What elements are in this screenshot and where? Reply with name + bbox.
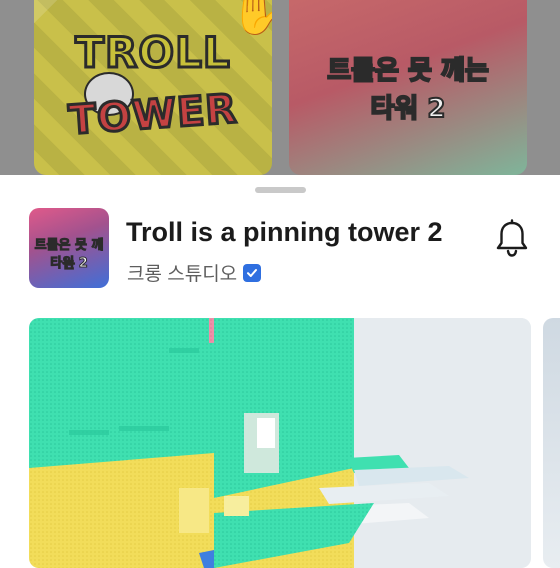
verified-check-icon [243,263,262,282]
bell-icon[interactable] [494,219,530,259]
sheet-drag-handle[interactable] [255,187,306,193]
game-title: Troll is a pinning tower 2 [126,217,443,247]
screenshot-carousel[interactable] [29,318,560,568]
background-game-card: ✋ TROLL TOWER [34,0,272,175]
creator-row[interactable]: 크롱 스튜디오 [127,259,262,286]
thumbnail-text-line-2: 타워 2 [50,256,89,272]
background-overlay[interactable]: ✋ TROLL TOWER 트롤은 못 깨는 타워 2 [0,0,560,175]
game-screenshot[interactable] [29,318,531,568]
game-thumbnail[interactable]: 트롤은 못 깨는 타워 2 [29,208,109,288]
card-title-line-1: TROLL [74,27,231,79]
game-details-sheet: 트롤은 못 깨는 타워 2 Troll is a pinning tower 2… [0,175,560,568]
creator-name[interactable]: 크롱 스튜디오 [127,259,237,286]
game-screenshot-next[interactable] [543,318,560,568]
background-game-card: 트롤은 못 깨는 타워 2 [289,0,527,175]
card-title-line-2: TOWER [66,85,240,146]
card-title-line-2: 타워 2 [370,93,447,125]
card-title-line-1: 트롤은 못 깨는 [326,55,490,87]
